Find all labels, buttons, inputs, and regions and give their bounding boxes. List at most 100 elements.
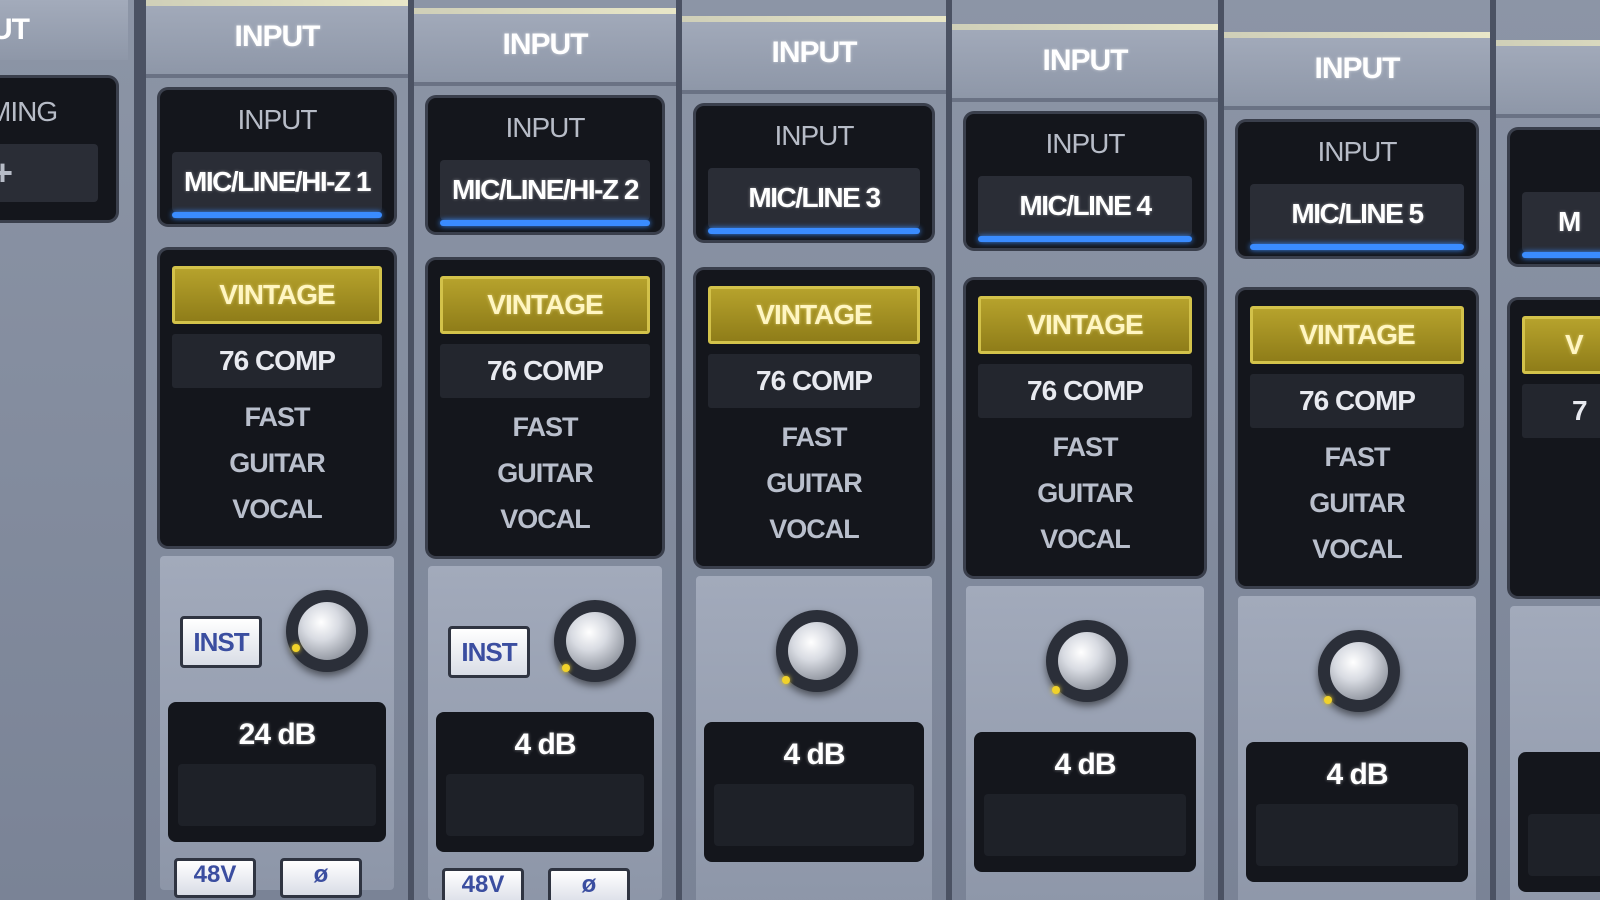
knob-indicator-icon bbox=[1324, 696, 1332, 704]
input-source-select[interactable]: MIC/LINE 3 bbox=[708, 168, 920, 234]
knob-indicator-icon bbox=[782, 676, 790, 684]
preset-item[interactable]: FAST bbox=[1238, 442, 1476, 473]
phase-button[interactable]: ø bbox=[548, 868, 630, 900]
gain-meter bbox=[1256, 804, 1458, 866]
preset-item[interactable]: GUITAR bbox=[160, 448, 394, 479]
plugin-button[interactable]: VINTAGE bbox=[172, 266, 382, 324]
input-source-select[interactable]: MIC/LINE/HI-Z 2 bbox=[440, 160, 650, 226]
input-source-select[interactable]: MIC/LINE 5 bbox=[1250, 184, 1464, 250]
plugin-button[interactable]: VINTAGE bbox=[440, 276, 650, 334]
knob-indicator-icon bbox=[1052, 686, 1060, 694]
preset-slot[interactable]: 76 COMP bbox=[440, 344, 650, 398]
input-label: INPUT bbox=[1317, 136, 1398, 167]
preset-item[interactable]: GUITAR bbox=[1238, 488, 1476, 519]
channel-strip-6: M V 7 bbox=[1490, 0, 1600, 900]
strip-header: INPUT bbox=[1224, 32, 1490, 110]
gain-panel: 4 dB bbox=[696, 576, 932, 900]
preset-item[interactable]: FAST bbox=[966, 432, 1204, 463]
gain-meter bbox=[714, 784, 914, 846]
gain-knob[interactable] bbox=[1318, 630, 1400, 712]
preset-slot[interactable]: 76 COMP bbox=[708, 354, 920, 408]
preset-slot[interactable]: 76 COMP bbox=[1250, 374, 1464, 428]
gain-value: 4 dB bbox=[1326, 758, 1388, 791]
insert-section: VINTAGE 76 COMP FAST GUITAR VOCAL bbox=[428, 260, 662, 556]
preset-item[interactable]: GUITAR bbox=[428, 458, 662, 489]
input-section: M bbox=[1510, 130, 1600, 264]
strip-header: INPUT bbox=[146, 0, 408, 78]
gain-value: 4 dB bbox=[1054, 748, 1116, 781]
gain-knob[interactable] bbox=[554, 600, 636, 682]
gain-meter bbox=[984, 794, 1186, 856]
input-section: INPUT MIC/LINE 4 bbox=[966, 114, 1204, 248]
preset-text: 7 bbox=[1572, 395, 1588, 426]
preset-item[interactable]: GUITAR bbox=[696, 468, 932, 499]
monitoring-box: MING + bbox=[0, 78, 116, 220]
input-source-select[interactable]: MIC/LINE/HI-Z 1 bbox=[172, 152, 382, 218]
phase-button[interactable]: ø bbox=[280, 858, 362, 898]
plugin-text: V bbox=[1565, 329, 1584, 360]
channel-strip-5: INPUT INPUT MIC/LINE 5 VINTAGE 76 COMP F… bbox=[1218, 0, 1490, 900]
gain-knob[interactable] bbox=[286, 590, 368, 672]
insert-section: VINTAGE 76 COMP FAST GUITAR VOCAL bbox=[1238, 290, 1476, 586]
mixer-window: PUT MING + INPUT INPUT MIC/LINE/HI-Z 1 V… bbox=[0, 0, 1600, 900]
gain-knob[interactable] bbox=[1046, 620, 1128, 702]
preset-item[interactable]: FAST bbox=[428, 412, 662, 443]
gain-panel: 4 dB bbox=[1238, 596, 1476, 900]
knob-cap bbox=[566, 612, 624, 670]
gain-meter bbox=[1528, 814, 1600, 876]
preset-item[interactable]: VOCAL bbox=[696, 514, 932, 545]
preset-item[interactable]: FAST bbox=[160, 402, 394, 433]
phantom-power-button[interactable]: 48V bbox=[442, 868, 524, 900]
channel-strip-left: PUT MING + bbox=[0, 0, 140, 900]
insert-section: VINTAGE 76 COMP FAST GUITAR VOCAL bbox=[160, 250, 394, 546]
knob-cap bbox=[1058, 632, 1116, 690]
phantom-power-button[interactable]: 48V bbox=[174, 858, 256, 898]
plugin-button[interactable]: V bbox=[1522, 316, 1600, 374]
preset-slot[interactable]: 7 bbox=[1522, 384, 1600, 438]
input-section: INPUT MIC/LINE/HI-Z 1 bbox=[160, 90, 394, 224]
input-source-select[interactable]: MIC/LINE 4 bbox=[978, 176, 1192, 242]
inst-button[interactable]: INST bbox=[180, 616, 262, 668]
preset-slot[interactable]: 76 COMP bbox=[978, 364, 1192, 418]
gain-value: 24 dB bbox=[238, 718, 317, 751]
knob-indicator-icon bbox=[562, 664, 570, 672]
plugin-button[interactable]: VINTAGE bbox=[708, 286, 920, 344]
gain-display bbox=[1518, 752, 1600, 892]
preset-item[interactable]: GUITAR bbox=[966, 478, 1204, 509]
channel-strip-4: INPUT INPUT MIC/LINE 4 VINTAGE 76 COMP F… bbox=[946, 0, 1218, 900]
plus-icon: + bbox=[0, 152, 13, 194]
gain-knob[interactable] bbox=[776, 610, 858, 692]
plugin-button[interactable]: VINTAGE bbox=[978, 296, 1192, 354]
gain-display: 24 dB bbox=[168, 702, 386, 842]
preset-item[interactable]: FAST bbox=[696, 422, 932, 453]
strip-header: PUT bbox=[0, 0, 128, 60]
input-source-select[interactable]: M bbox=[1522, 192, 1600, 258]
inst-button[interactable]: INST bbox=[448, 626, 530, 678]
channel-strip-2: INPUT INPUT MIC/LINE/HI-Z 2 VINTAGE 76 C… bbox=[408, 0, 676, 900]
insert-section: VINTAGE 76 COMP FAST GUITAR VOCAL bbox=[966, 280, 1204, 576]
preset-item[interactable]: VOCAL bbox=[966, 524, 1204, 555]
gain-display: 4 dB bbox=[1246, 742, 1468, 882]
input-section: INPUT MIC/LINE/HI-Z 2 bbox=[428, 98, 662, 232]
input-source-text: M bbox=[1558, 206, 1581, 237]
gain-display: 4 dB bbox=[704, 722, 924, 862]
input-label: INPUT bbox=[1045, 128, 1126, 159]
preset-item[interactable]: VOCAL bbox=[428, 504, 662, 535]
input-label: INPUT bbox=[505, 112, 586, 143]
preset-slot[interactable]: 76 COMP bbox=[172, 334, 382, 388]
gain-value: 4 dB bbox=[783, 738, 845, 771]
add-button[interactable]: + bbox=[0, 144, 98, 202]
strip-header: INPUT bbox=[952, 24, 1218, 102]
preset-item[interactable]: VOCAL bbox=[160, 494, 394, 525]
gain-panel bbox=[1510, 606, 1600, 900]
gain-meter bbox=[178, 764, 376, 826]
plugin-button[interactable]: VINTAGE bbox=[1250, 306, 1464, 364]
insert-section: VINTAGE 76 COMP FAST GUITAR VOCAL bbox=[696, 270, 932, 566]
knob-cap bbox=[298, 602, 356, 660]
knob-cap bbox=[788, 622, 846, 680]
gain-display: 4 dB bbox=[974, 732, 1196, 872]
input-label: INPUT bbox=[774, 120, 855, 151]
channel-strip-1: INPUT INPUT MIC/LINE/HI-Z 1 VINTAGE 76 C… bbox=[140, 0, 408, 900]
channel-strip-3: INPUT INPUT MIC/LINE 3 VINTAGE 76 COMP F… bbox=[676, 0, 946, 900]
preset-item[interactable]: VOCAL bbox=[1238, 534, 1476, 565]
